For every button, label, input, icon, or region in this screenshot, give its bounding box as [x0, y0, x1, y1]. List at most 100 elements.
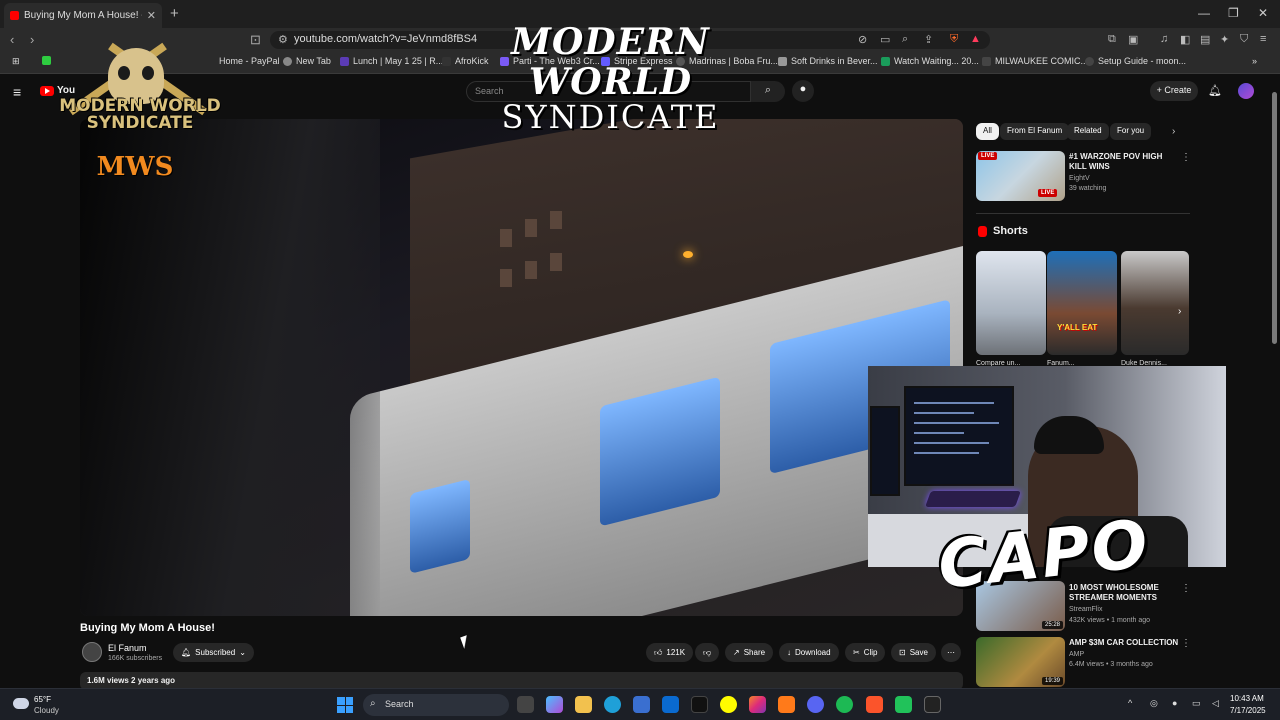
- taskbar-search[interactable]: ⌕ Search: [363, 694, 509, 716]
- snapchat-icon[interactable]: [720, 696, 737, 713]
- mute-icon[interactable]: ⊘: [858, 33, 867, 46]
- mic-tray-icon[interactable]: ●: [1172, 698, 1177, 708]
- shorts-heading: Shorts: [978, 225, 1028, 237]
- cloud-icon: [13, 698, 29, 709]
- media-icon[interactable]: ♫: [1160, 33, 1168, 45]
- banner-subtitle: SYNDICATE: [501, 98, 720, 136]
- close-window-button[interactable]: ✕: [1258, 6, 1268, 20]
- more-options-icon[interactable]: ⋮: [1181, 583, 1191, 594]
- bookmark-item[interactable]: Setup Guide - moon...: [1085, 56, 1186, 66]
- voice-search-button[interactable]: ●: [792, 80, 814, 102]
- rec-thumbnail[interactable]: 19:39: [976, 637, 1065, 687]
- chip-for-you[interactable]: For you: [1110, 123, 1152, 140]
- share-icon[interactable]: ⇪: [924, 33, 933, 46]
- bookmark-item[interactable]: New Tab: [283, 56, 331, 66]
- volume-icon[interactable]: ◁: [1212, 698, 1219, 709]
- rec-meta: 6.4M views • 3 months ago: [1069, 661, 1153, 668]
- like-button[interactable]: 👍︎ 121K: [646, 643, 694, 662]
- download-button[interactable]: ↓ Download: [779, 643, 839, 662]
- restore-button[interactable]: ❐: [1228, 6, 1239, 20]
- apps-grid-icon[interactable]: ⊞: [12, 56, 20, 67]
- tray-chevron-icon[interactable]: ^: [1128, 698, 1132, 708]
- more-icon: ⋯: [947, 648, 955, 657]
- back-icon[interactable]: ‹: [10, 32, 14, 47]
- network-icon[interactable]: ◎: [1150, 698, 1158, 709]
- duration: 25:28: [1042, 621, 1064, 629]
- dislike-button[interactable]: 👎︎: [695, 643, 720, 662]
- instagram-icon[interactable]: [749, 696, 766, 713]
- chat-app-icon[interactable]: [895, 696, 912, 713]
- share-button[interactable]: ↗ Share: [725, 643, 774, 662]
- discord-icon[interactable]: [807, 696, 824, 713]
- weather-condition[interactable]: Cloudy: [34, 706, 59, 715]
- bookmark-icon[interactable]: ⊡: [250, 32, 261, 48]
- site-info-icon[interactable]: ⚙: [278, 33, 288, 46]
- app-icon[interactable]: [778, 696, 795, 713]
- minimize-button[interactable]: —: [1198, 6, 1210, 20]
- chip-all[interactable]: All: [976, 123, 999, 140]
- shorts-icon: [978, 225, 987, 237]
- hamburger-menu-icon[interactable]: ≡: [13, 84, 21, 100]
- tab-search-icon[interactable]: ▣: [1128, 33, 1138, 46]
- shorts-next-icon[interactable]: ›: [1178, 306, 1181, 317]
- leo-ai-icon[interactable]: ✦: [1220, 33, 1229, 46]
- more-options-icon[interactable]: ⋮: [1181, 152, 1191, 163]
- more-options-icon[interactable]: ⋮: [1181, 638, 1191, 649]
- rec-channel: StreamFlix: [1069, 606, 1103, 613]
- notifications-bell-icon[interactable]: 🔔︎: [1208, 84, 1222, 97]
- spotify-icon[interactable]: [836, 696, 853, 713]
- outlook-icon[interactable]: [662, 696, 679, 713]
- channel-avatar[interactable]: [82, 642, 102, 662]
- short-thumbnail[interactable]: [976, 251, 1046, 355]
- cod-icon[interactable]: [924, 696, 941, 713]
- cast-icon[interactable]: ▭: [880, 33, 890, 46]
- copilot-icon[interactable]: [546, 696, 563, 713]
- account-avatar[interactable]: [1238, 83, 1254, 99]
- temperature[interactable]: 65°F: [34, 695, 51, 704]
- store-icon[interactable]: [633, 696, 650, 713]
- wallet-icon[interactable]: ▤: [1200, 33, 1210, 46]
- brave-shield-icon[interactable]: ⛨: [950, 33, 958, 46]
- brave-icon[interactable]: [866, 696, 883, 713]
- sidebar-icon[interactable]: ◧: [1180, 33, 1190, 46]
- channel-name[interactable]: El Fanum: [108, 643, 147, 653]
- video-player[interactable]: [80, 119, 963, 616]
- chevron-right-icon[interactable]: ›: [1172, 126, 1175, 137]
- forward-icon[interactable]: ›: [30, 32, 34, 47]
- more-bookmarks-icon[interactable]: »: [1252, 56, 1257, 66]
- bookmark-item[interactable]: Lunch | May 1 25 | R...: [340, 56, 443, 66]
- bookmark-item[interactable]: Soft Drinks in Bever...: [778, 56, 878, 66]
- bookmark-item[interactable]: MILWAUKEE COMIC...: [982, 56, 1088, 66]
- vpn-icon[interactable]: ⛉: [1240, 33, 1248, 46]
- brave-rewards-icon[interactable]: ▲: [970, 33, 981, 45]
- clock-time[interactable]: 10:43 AM: [1230, 694, 1264, 703]
- zoom-icon[interactable]: ⌕: [902, 33, 908, 46]
- clock-date[interactable]: 7/17/2025: [1230, 706, 1266, 715]
- live-watching: 39 watching: [1069, 185, 1107, 192]
- subscribed-button[interactable]: 🔔︎ Subscribed ⌄: [173, 643, 254, 662]
- duration: 19:39: [1042, 677, 1064, 685]
- live-thumbnail[interactable]: LIVE LIVE: [976, 151, 1065, 201]
- short-thumbnail[interactable]: [1121, 251, 1189, 355]
- display-icon[interactable]: ▭: [1192, 698, 1201, 709]
- thumbs-up-icon: 👍︎: [654, 647, 663, 657]
- tiktok-icon[interactable]: [691, 696, 708, 713]
- save-button[interactable]: ⊡ Save: [891, 643, 936, 662]
- create-button[interactable]: + Create: [1150, 81, 1198, 101]
- chip-from-channel[interactable]: From El Fanum: [1000, 123, 1070, 140]
- bookmark-item[interactable]: Watch Waiting... 20...: [881, 56, 979, 66]
- windows-start-icon[interactable]: [337, 697, 353, 713]
- chip-related[interactable]: Related: [1067, 123, 1109, 140]
- extensions-icon[interactable]: ⧉: [1108, 33, 1116, 46]
- file-explorer-icon[interactable]: [575, 696, 592, 713]
- live-title[interactable]: #1 WARZONE POV HIGH KILL WINS: [1069, 152, 1179, 172]
- short-thumbnail[interactable]: Y'ALL EAT: [1047, 251, 1117, 355]
- page-scrollbar[interactable]: [1272, 92, 1277, 344]
- menu-icon[interactable]: ≡: [1260, 33, 1266, 45]
- rec-title[interactable]: AMP $3M CAR COLLECTION: [1069, 638, 1179, 648]
- clip-button[interactable]: ✂ Clip: [845, 643, 886, 662]
- edge-icon[interactable]: [604, 696, 621, 713]
- more-actions-button[interactable]: ⋯: [941, 643, 961, 662]
- views-and-age: 1.6M views 2 years ago: [87, 676, 176, 685]
- task-view-icon[interactable]: [517, 696, 534, 713]
